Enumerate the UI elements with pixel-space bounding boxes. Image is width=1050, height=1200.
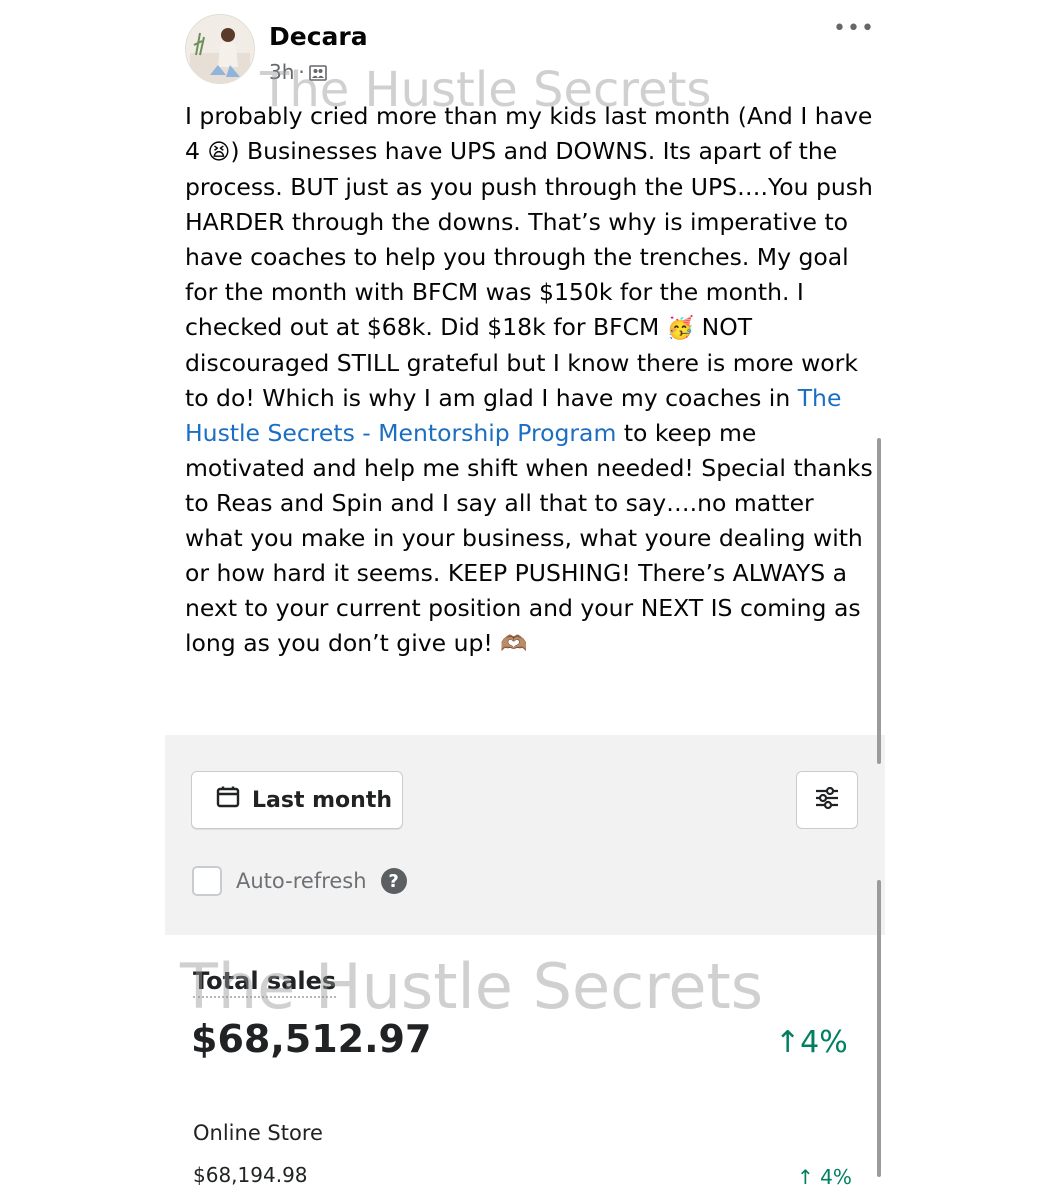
total-sales-value: $68,512.97 xyxy=(191,1017,432,1061)
help-icon[interactable]: ? xyxy=(380,868,407,894)
post-text: to keep me motivated and help me shift w… xyxy=(185,419,873,657)
online-store-change: ↑ 4% xyxy=(797,1165,852,1189)
auto-refresh-row: Auto-refresh ? xyxy=(192,866,407,896)
post-body: I probably cried more than my kids last … xyxy=(185,99,875,662)
party-face-emoji: 🥳 xyxy=(666,316,695,341)
heart-hands-emoji: 🫶🏽 xyxy=(500,632,528,657)
date-range-button[interactable]: Last month xyxy=(191,771,403,829)
date-range-label: Last month xyxy=(252,787,393,813)
sliders-icon xyxy=(813,784,841,816)
total-sales-label[interactable]: Total sales xyxy=(193,967,337,998)
total-sales-change: ↑4% xyxy=(775,1025,848,1060)
more-options-icon[interactable]: ••• xyxy=(833,16,875,41)
shared-screenshot: Last month Auto-refresh ? Total sales $6… xyxy=(165,735,885,1200)
online-store-value: $68,194.98 xyxy=(193,1163,308,1187)
meta-separator: · xyxy=(298,60,305,84)
auto-refresh-checkbox[interactable] xyxy=(192,866,222,896)
scrollbar[interactable] xyxy=(877,438,881,764)
scrollbar[interactable] xyxy=(877,880,881,1177)
post-timestamp[interactable]: 3h xyxy=(269,60,294,84)
author-avatar[interactable] xyxy=(185,14,255,84)
facebook-post: Decara 3h · ••• The Hustle Secrets I pro… xyxy=(165,0,885,1200)
analytics-toolbar: Last month Auto-refresh ? xyxy=(165,735,885,935)
group-icon xyxy=(308,63,327,81)
post-meta: 3h · xyxy=(269,60,327,84)
online-store-label: Online Store xyxy=(193,1121,323,1145)
calendar-icon xyxy=(216,785,240,815)
filter-button[interactable] xyxy=(796,771,858,829)
tired-face-emoji: 😫 xyxy=(207,140,231,165)
author-name[interactable]: Decara xyxy=(269,22,368,51)
auto-refresh-label: Auto-refresh xyxy=(236,869,367,893)
post-text: ) Businesses have UPS and DOWNS. Its apa… xyxy=(185,137,873,341)
